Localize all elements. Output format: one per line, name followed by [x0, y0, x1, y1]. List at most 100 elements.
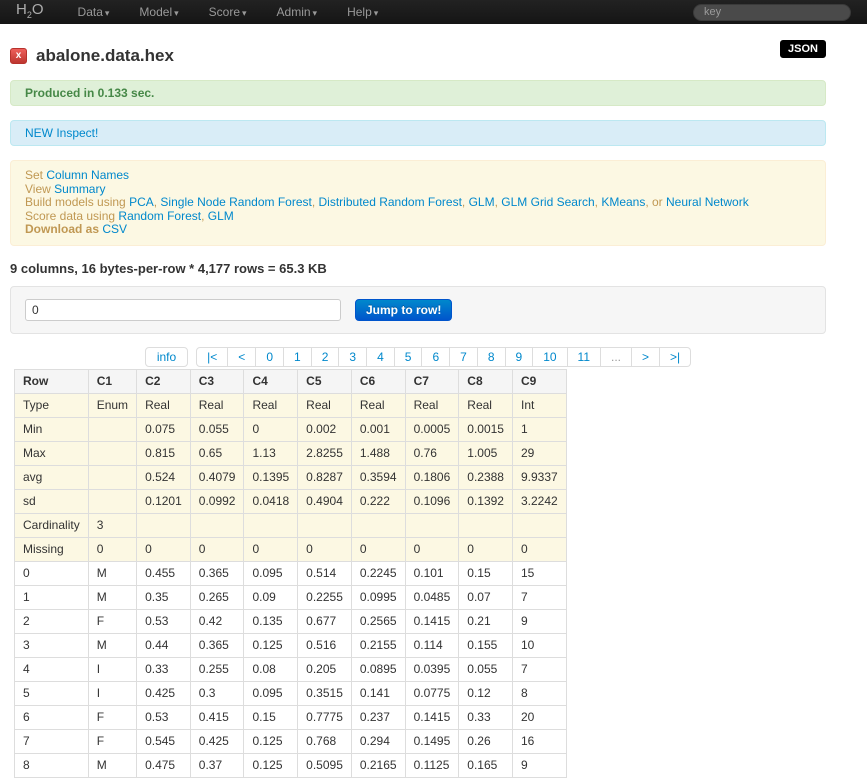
cell: 0.365: [189, 632, 245, 658]
info-button[interactable]: info: [144, 346, 189, 367]
cell: Real: [297, 392, 352, 418]
page-first[interactable]: |<: [196, 346, 229, 367]
link-neural-network[interactable]: Neural Network: [666, 195, 749, 209]
cell: 0.09: [243, 584, 299, 610]
page-3[interactable]: 3: [339, 346, 368, 367]
cell: 0: [458, 536, 513, 562]
cell: 0.4079: [189, 464, 245, 490]
cell: 15: [511, 560, 567, 586]
cell: 29: [511, 440, 567, 466]
remove-key-icon[interactable]: x: [10, 48, 27, 64]
cell: 16: [511, 728, 567, 754]
nav-menu-label: Score: [208, 5, 240, 19]
cell: [458, 512, 513, 538]
table-row: 0 M 0.455 0.365 0.095 0.514 0.2245 0.101 0.15 15: [14, 560, 567, 586]
cell: 0.1415: [404, 704, 460, 730]
link-glm[interactable]: GLM: [208, 209, 234, 223]
cell: 0: [243, 416, 299, 442]
cell: 0.425: [136, 680, 191, 706]
key-search-input[interactable]: [693, 3, 851, 21]
link-random-forest[interactable]: Random Forest: [118, 209, 201, 223]
stat-row-missing: Missing 0 0 0 0 0 0 0 0 0: [14, 536, 567, 562]
cell: 5: [14, 680, 89, 706]
link-column-names[interactable]: Column Names: [46, 168, 129, 182]
caret-down-icon: ▾: [174, 8, 179, 18]
nav-menu-help[interactable]: Help ▾: [347, 5, 378, 19]
page-1[interactable]: 1: [284, 346, 312, 367]
cell: 0.3515: [297, 680, 352, 706]
cell: 0.8287: [297, 464, 352, 490]
page-11[interactable]: 11: [567, 346, 602, 367]
cell: 0.055: [189, 416, 245, 442]
page-prev[interactable]: <: [228, 346, 257, 367]
nav-menu-model[interactable]: Model ▾: [139, 5, 178, 19]
link-csv[interactable]: CSV: [102, 222, 127, 236]
jump-to-row-button[interactable]: Jump to row!: [355, 298, 453, 321]
cell: [136, 512, 191, 538]
page-2[interactable]: 2: [311, 346, 340, 367]
stat-row-avg: avg 0.524 0.4079 0.1395 0.8287 0.3594 0.1806 0.…: [14, 464, 567, 490]
cell: 0.42: [189, 608, 245, 634]
page-0[interactable]: 0: [256, 346, 284, 367]
cell: 0: [404, 536, 460, 562]
row-number-input[interactable]: [25, 298, 341, 321]
cell: 0.2255: [297, 584, 352, 610]
inspect-alert: NEW Inspect!: [10, 120, 826, 146]
json-button[interactable]: JSON: [780, 40, 826, 58]
column-header-c2: C2: [136, 368, 191, 394]
top-navbar: H2O Data ▾ Model ▾ Score ▾ Admin ▾ Help ▾: [0, 0, 867, 24]
nav-menu-score[interactable]: Score ▾: [209, 5, 247, 19]
action-text: Set: [25, 168, 47, 182]
new-inspect-link[interactable]: NEW Inspect!: [25, 126, 98, 140]
cell: 7: [14, 728, 89, 754]
navbar-menus: Data ▾ Model ▾ Score ▾ Admin ▾ Help ▾: [78, 5, 409, 19]
action-text: Score data using: [25, 208, 119, 223]
logo-o: O: [31, 0, 44, 18]
nav-menu-data[interactable]: Data ▾: [78, 5, 110, 19]
action-text: , or: [645, 195, 667, 209]
link-glm-grid-search[interactable]: GLM Grid Search: [501, 195, 594, 209]
link-distributed-random-forest[interactable]: Distributed Random Forest: [319, 195, 462, 209]
page-9[interactable]: 9: [505, 346, 534, 367]
page-8[interactable]: 8: [477, 346, 506, 367]
cell: 0.0485: [404, 584, 460, 610]
cell: [87, 416, 138, 442]
page-next[interactable]: >: [632, 346, 661, 367]
nav-menu-admin[interactable]: Admin ▾: [277, 5, 318, 19]
action-text: ,: [311, 195, 319, 209]
page-10[interactable]: 10: [533, 346, 568, 367]
h2o-logo[interactable]: H2O: [16, 0, 44, 27]
cell: 0.21: [458, 608, 513, 634]
link-pca[interactable]: PCA: [129, 195, 154, 209]
cell: 0.135: [243, 608, 299, 634]
column-header-c7: C7: [404, 368, 460, 394]
page-7[interactable]: 7: [450, 346, 478, 367]
cell: 0.101: [404, 560, 460, 586]
action-line: View Summary: [25, 182, 811, 197]
column-header-c1: C1: [87, 368, 138, 394]
cell: F: [87, 608, 138, 634]
cell: 0.095: [243, 680, 299, 706]
cell: 0.1395: [243, 464, 299, 490]
page-6[interactable]: 6: [422, 346, 451, 367]
link-glm[interactable]: GLM: [469, 195, 495, 209]
nav-menu-label: Model: [139, 5, 173, 19]
link-summary[interactable]: Summary: [54, 182, 105, 196]
page-5[interactable]: 5: [394, 346, 423, 367]
nav-menu-label: Data: [77, 5, 103, 19]
table-row: 5 I 0.425 0.3 0.095 0.3515 0.141 0.0775 0.12 8: [14, 680, 567, 706]
cell: 1.13: [243, 440, 299, 466]
stat-row-min: Min 0.075 0.055 0 0.002 0.001 0.0005 0.0015 1: [14, 416, 567, 442]
link-single-node-random-forest[interactable]: Single Node Random Forest: [160, 195, 311, 209]
action-line: Download as CSV: [25, 222, 811, 237]
cell: [404, 512, 460, 538]
pager: |< <0 1 2 3 4 5 6 7 8 9 10 11... > >|: [196, 346, 692, 367]
cell: I: [87, 656, 138, 682]
link-kmeans[interactable]: KMeans: [601, 195, 645, 209]
caret-down-icon: ▾: [242, 8, 247, 18]
cell: 0.3594: [350, 464, 406, 490]
page-last[interactable]: >|: [660, 346, 692, 367]
cell: 0.44: [136, 632, 191, 658]
cell: [350, 512, 406, 538]
page-4[interactable]: 4: [367, 346, 395, 367]
